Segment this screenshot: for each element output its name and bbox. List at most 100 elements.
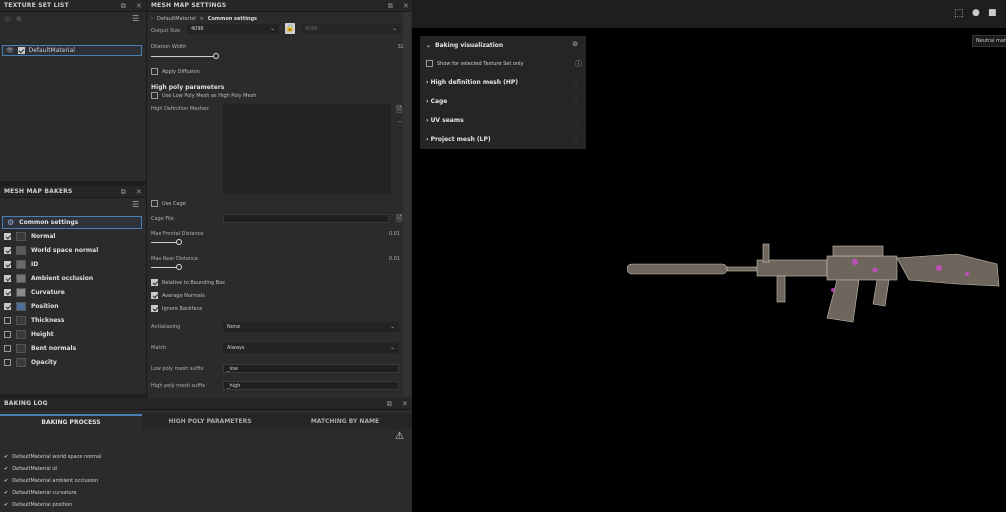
breadcrumb-material[interactable]: DefaultMaterial	[157, 16, 196, 22]
settings-scrollbar[interactable]	[403, 12, 411, 396]
viewport[interactable]: ⬚ ● ■ Neutral mat ⌄ Baking visualization…	[412, 0, 1006, 512]
dilation-width-slider[interactable]	[151, 56, 217, 57]
baker-item[interactable]: Normal	[0, 230, 146, 243]
info-icon[interactable]: ⓘ	[575, 59, 582, 69]
baking-visualization-header[interactable]: ⌄ Baking visualization ⊘	[420, 36, 586, 54]
baker-checkbox[interactable]	[4, 261, 11, 268]
eye-icon[interactable]: ◌	[572, 98, 578, 106]
baker-checkbox[interactable]	[4, 289, 11, 296]
visibility-off-icon[interactable]: ⊘	[572, 40, 578, 48]
use-low-poly-checkbox[interactable]	[151, 92, 158, 99]
eye-icon[interactable]: ◌	[572, 79, 578, 87]
eye-icon[interactable]: ◌	[572, 136, 578, 144]
bv-section-high-definition-mesh[interactable]: › High definition mesh (HP) ◌	[420, 73, 586, 91]
log-entry-text: DefaultMaterial ambient occlusion	[12, 478, 99, 484]
match-dropdown[interactable]: Always ⌄	[223, 343, 399, 353]
tab-baking-process[interactable]: BAKING PROCESS	[0, 414, 142, 429]
average-normals-checkbox[interactable]	[151, 292, 158, 299]
baker-item[interactable]: ID	[0, 258, 146, 271]
neutral-material-tooltip: Neutral mat	[972, 35, 1006, 47]
max-rear-knob[interactable]	[176, 264, 182, 270]
environment-icon[interactable]: ●	[972, 8, 980, 18]
camera-frame-icon[interactable]: ⬚	[954, 8, 963, 19]
baker-item[interactable]: Opacity	[0, 356, 146, 369]
output-size-dropdown[interactable]: 4096 ⌄	[187, 24, 279, 34]
use-cage-checkbox[interactable]	[151, 200, 158, 207]
tab-matching-by-name[interactable]: MATCHING BY NAME	[278, 414, 412, 429]
baker-item[interactable]: Ambient occlusion	[0, 272, 146, 285]
ignore-backface-row[interactable]: Ignore Backface	[151, 305, 202, 312]
tab-high-poly-parameters[interactable]: HIGH POLY PARAMETERS	[142, 414, 278, 429]
max-rear-slider[interactable]	[151, 267, 179, 268]
ignore-backface-checkbox[interactable]	[151, 305, 158, 312]
visibility-toggle-icon[interactable]: ◎	[4, 15, 10, 23]
bv-section-label: UV seams	[430, 117, 464, 124]
float-panel-icon[interactable]: ⧉	[387, 400, 392, 409]
baker-item[interactable]: Position	[0, 300, 146, 313]
average-normals-label: Average Normals	[162, 292, 205, 299]
relative-bbox-label: Relative to Bounding Box	[162, 279, 225, 286]
baker-checkbox[interactable]	[4, 359, 11, 366]
chevron-down-icon: ⌄	[391, 25, 397, 32]
apply-diffusion-label: Apply Diffusion	[162, 68, 200, 75]
relative-bbox-checkbox[interactable]	[151, 279, 158, 286]
close-panel-icon[interactable]: ✕	[402, 400, 408, 408]
baker-checkbox[interactable]	[4, 317, 11, 324]
close-panel-icon[interactable]: ✕	[136, 188, 142, 196]
apply-diffusion-checkbox[interactable]	[151, 68, 158, 75]
average-normals-row[interactable]: Average Normals	[151, 292, 205, 299]
apply-diffusion-row[interactable]: Apply Diffusion	[151, 68, 200, 75]
eye-icon[interactable]: 👁	[6, 47, 14, 54]
baker-item[interactable]: Height	[0, 328, 146, 341]
relative-bbox-row[interactable]: Relative to Bounding Box	[151, 279, 225, 286]
receiver	[826, 255, 898, 281]
max-frontal-label: Max Frontal Distance	[151, 231, 204, 237]
eye-icon[interactable]: ◌	[572, 117, 578, 125]
show-selected-row[interactable]: Show for selected Texture Set only ⓘ	[426, 59, 582, 69]
baker-checkbox[interactable]	[4, 303, 11, 310]
baker-item[interactable]: World space normal	[0, 244, 146, 257]
baking-visualization-title: Baking visualization	[435, 41, 504, 49]
baker-item[interactable]: Bent normals	[0, 342, 146, 355]
float-panel-icon[interactable]: ⧉	[121, 188, 126, 197]
warning-icon[interactable]: ⚠	[395, 431, 404, 442]
baker-item[interactable]: Thickness	[0, 314, 146, 327]
use-low-poly-row[interactable]: Use Low Poly Mesh as High Poly Mesh	[151, 92, 256, 99]
float-panel-icon[interactable]: ⧉	[388, 2, 393, 11]
texture-set-label: DefaultMaterial	[28, 47, 75, 54]
close-panel-icon[interactable]: ✕	[136, 2, 142, 10]
bakers-list-settings-icon[interactable]: ☰	[132, 200, 139, 209]
baker-item[interactable]: Curvature	[0, 286, 146, 299]
remove-icon[interactable]: −	[397, 118, 403, 126]
bv-section-project-mesh[interactable]: › Project mesh (LP) ◌	[420, 130, 586, 148]
hd-meshes-list[interactable]	[223, 104, 391, 194]
baker-checkbox[interactable]	[4, 247, 11, 254]
baker-checkbox[interactable]	[4, 275, 11, 282]
show-selected-checkbox[interactable]	[426, 60, 433, 67]
file-icon[interactable]: 🗎	[396, 104, 402, 118]
lock-icon[interactable]: 🔒	[285, 23, 295, 34]
link-icon[interactable]: ⊕	[16, 15, 22, 23]
common-settings-item[interactable]: ⚙ Common settings	[2, 216, 142, 229]
float-panel-icon[interactable]: ⧉	[121, 2, 126, 11]
use-cage-row[interactable]: Use Cage	[151, 200, 186, 207]
low-suffix-field[interactable]: _low	[223, 364, 399, 373]
max-frontal-slider[interactable]	[151, 242, 179, 243]
video-camera-icon[interactable]: ■	[988, 8, 997, 18]
baker-checkbox[interactable]	[4, 345, 11, 352]
max-frontal-knob[interactable]	[176, 239, 182, 245]
rifle-wireframe-model[interactable]	[627, 230, 1006, 370]
baker-checkbox[interactable]	[4, 331, 11, 338]
texture-set-checkbox[interactable]	[17, 47, 25, 54]
dilation-width-knob[interactable]	[213, 53, 219, 59]
texture-set-item[interactable]: 👁 DefaultMaterial	[2, 45, 142, 56]
cage-file-icon[interactable]: 🗎	[396, 213, 402, 227]
list-settings-icon[interactable]: ☰	[132, 14, 139, 23]
cage-file-field[interactable]	[223, 214, 389, 223]
bv-section-cage[interactable]: › Cage ◌	[420, 92, 586, 110]
bv-section-uv-seams[interactable]: › UV seams ◌	[420, 111, 586, 129]
close-panel-icon[interactable]: ✕	[403, 2, 409, 10]
baker-checkbox[interactable]	[4, 233, 11, 240]
high-suffix-field[interactable]: _high	[223, 381, 399, 390]
antialiasing-dropdown[interactable]: None ⌄	[223, 322, 399, 332]
